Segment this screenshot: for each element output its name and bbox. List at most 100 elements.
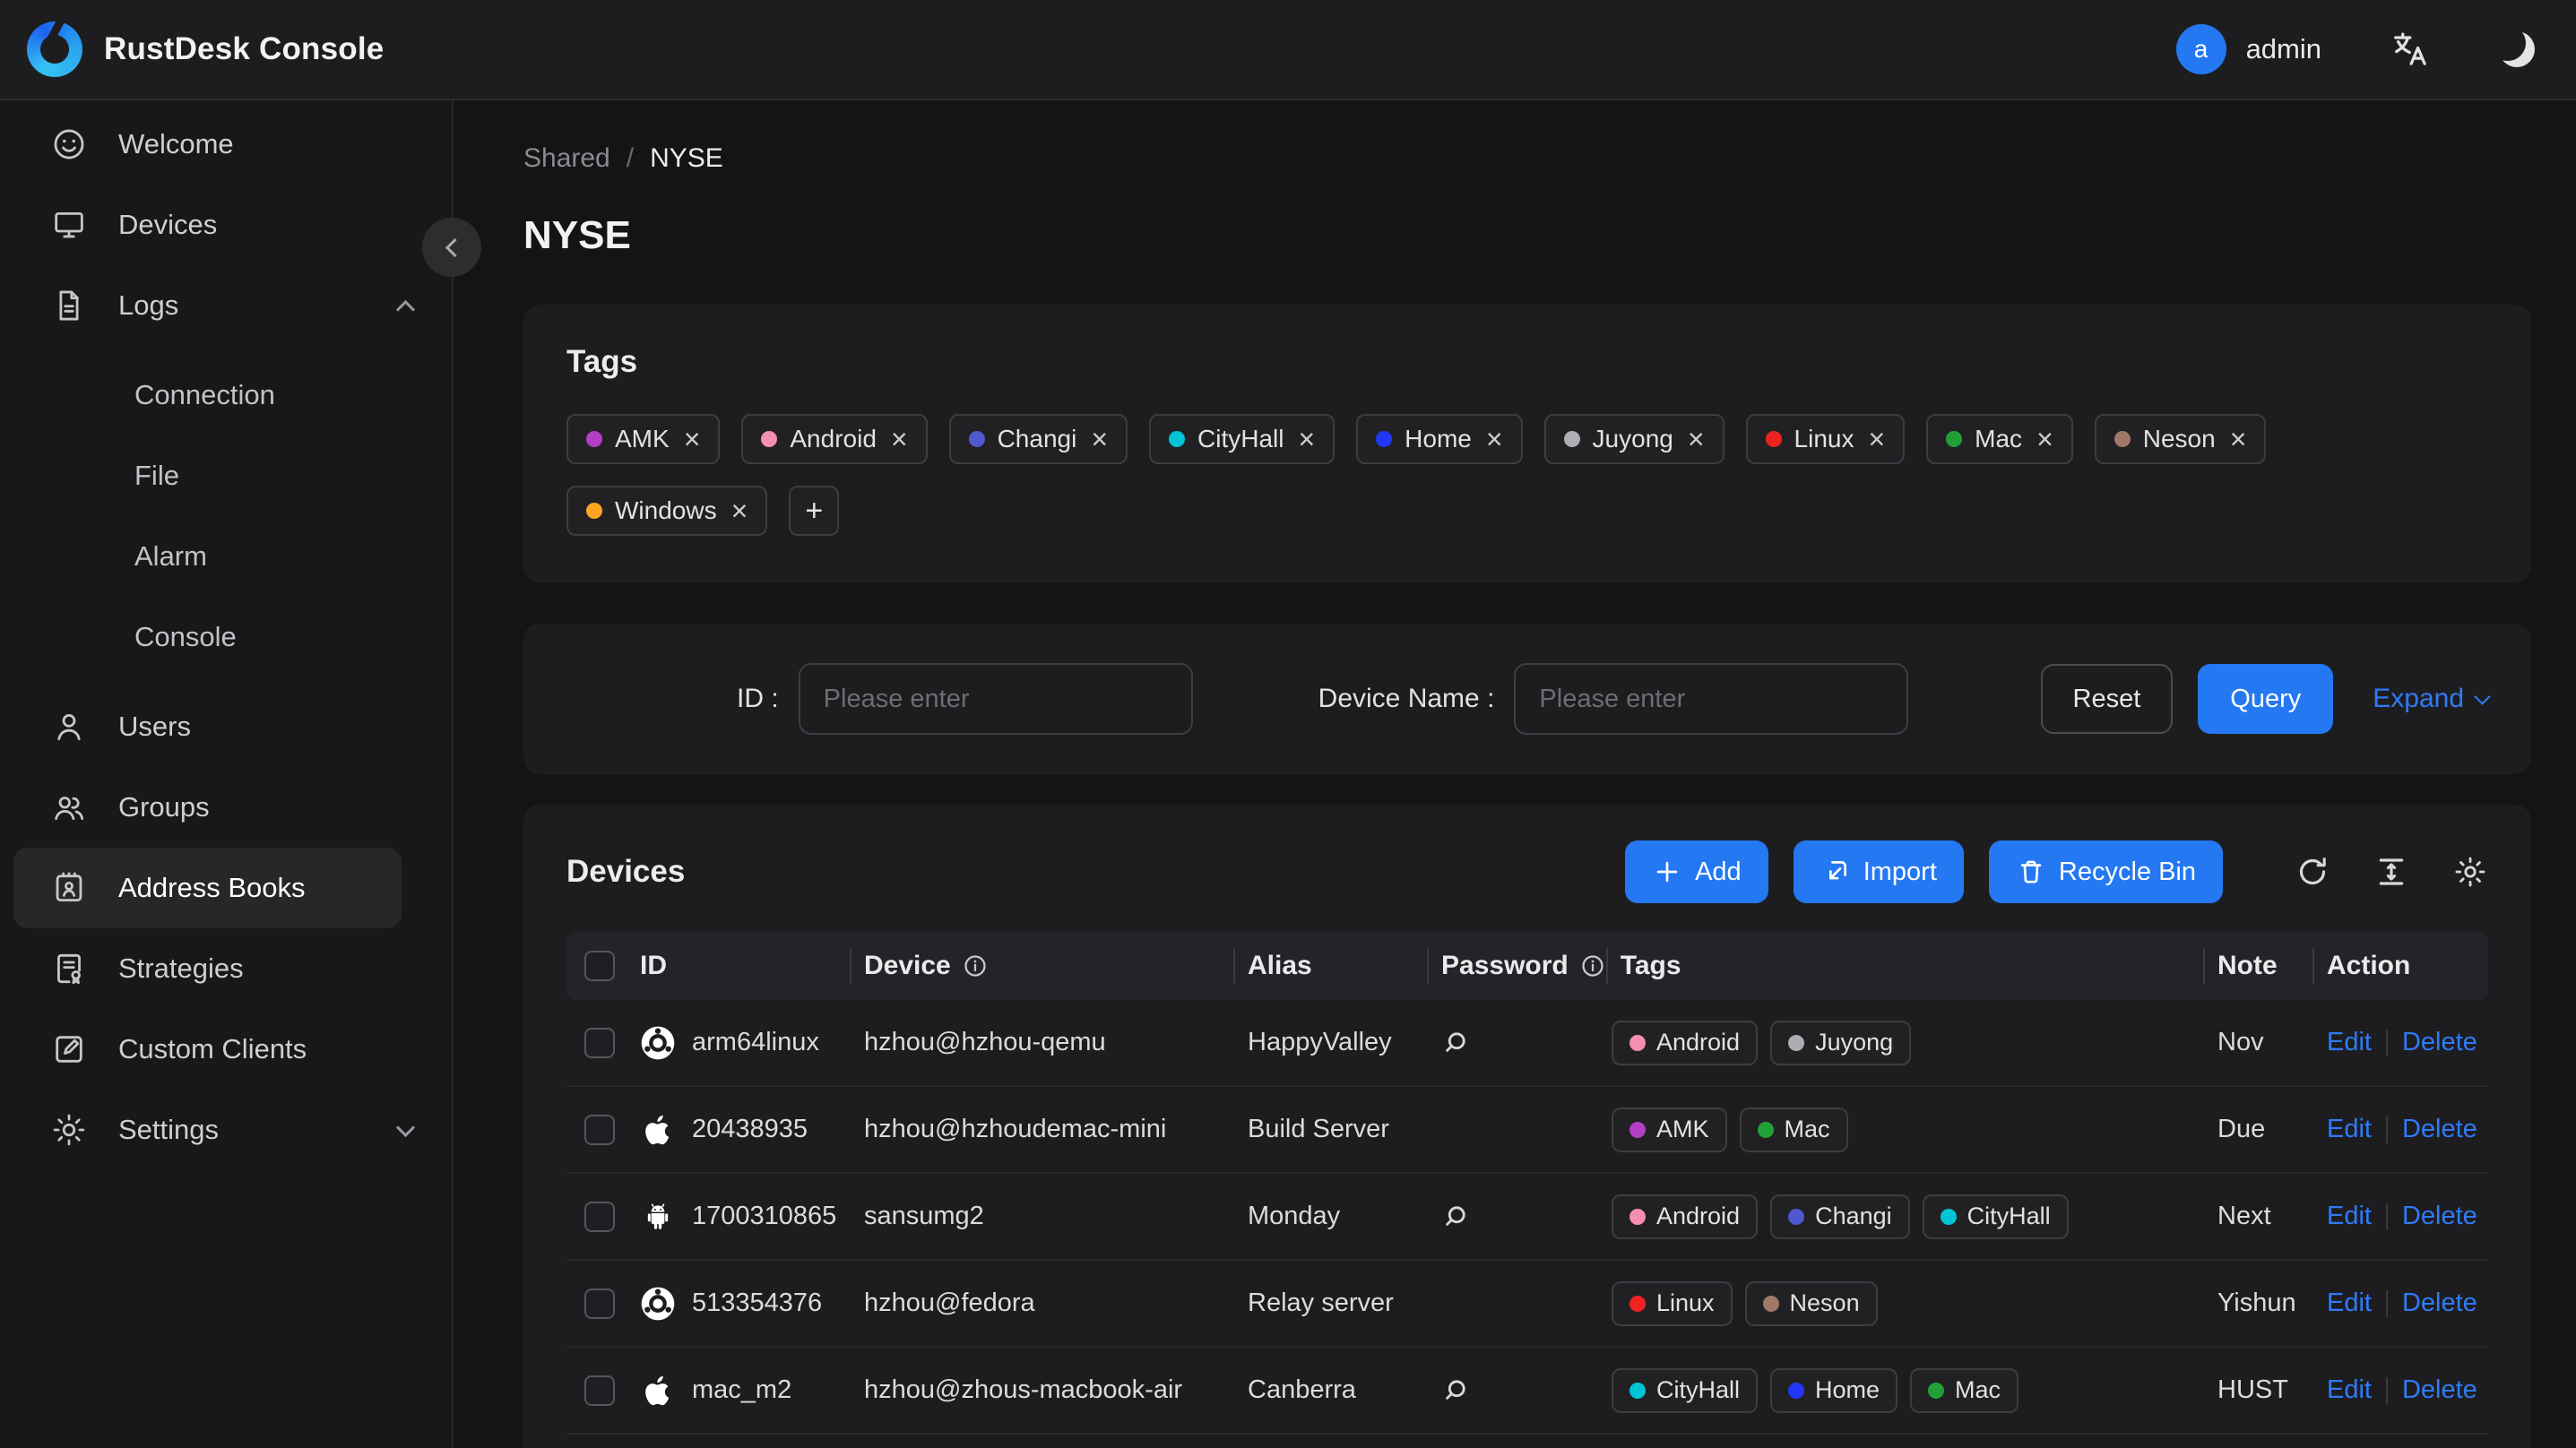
device-name-filter-input[interactable] <box>1514 663 1909 735</box>
recycle-bin-button[interactable]: Recycle Bin <box>1988 840 2223 903</box>
tag-chip-amk[interactable]: AMK × <box>566 414 721 464</box>
row-tag-chip: Neson <box>1744 1280 1878 1326</box>
edit-link[interactable]: Edit <box>2327 1289 2372 1318</box>
topbar: RustDesk Console a admin <box>0 0 2576 100</box>
sidebar-item-alarm[interactable]: Alarm <box>0 516 452 597</box>
sidebar-item-welcome[interactable]: Welcome <box>0 104 452 185</box>
row-tag-chip: CityHall <box>1612 1367 1759 1413</box>
edit-link[interactable]: Edit <box>2327 1028 2372 1057</box>
view-password-icon[interactable] <box>1441 1027 1474 1059</box>
select-all-checkbox[interactable] <box>584 951 615 981</box>
remove-tag-icon[interactable]: × <box>1486 425 1503 453</box>
people-group-icon <box>50 789 88 826</box>
devices-card: Devices Add Import Recycle Bin ID Device… <box>523 805 2531 1448</box>
breadcrumb-parent[interactable]: Shared <box>523 143 610 174</box>
tags-card: Tags AMK × Android × Changi × CityHall ×… <box>523 305 2531 582</box>
smiley-icon <box>50 125 88 163</box>
tag-chip-linux[interactable]: Linux × <box>1745 414 1906 464</box>
device-alias: Monday <box>1248 1202 1341 1230</box>
row-checkbox[interactable] <box>584 1114 615 1145</box>
row-checkbox[interactable] <box>584 1201 615 1232</box>
sidebar-item-file[interactable]: File <box>0 435 452 516</box>
row-tag-chip: Juyong <box>1770 1020 1912 1065</box>
tag-color-dot <box>761 431 778 447</box>
sidebar-item-strategies[interactable]: Strategies <box>0 928 452 1009</box>
expand-link[interactable]: Expand <box>2373 684 2491 714</box>
edit-link[interactable]: Edit <box>2327 1202 2372 1231</box>
view-password-icon[interactable] <box>1441 1375 1474 1407</box>
tag-chip-neson[interactable]: Neson × <box>2094 414 2267 464</box>
dark-mode-moon-icon[interactable] <box>2499 31 2535 67</box>
edit-link[interactable]: Edit <box>2327 1375 2372 1405</box>
chevron-down-icon <box>395 1117 416 1137</box>
delete-link[interactable]: Delete <box>2402 1202 2477 1231</box>
refresh-icon[interactable] <box>2295 854 2330 890</box>
import-icon <box>1828 861 1846 880</box>
remove-tag-icon[interactable]: × <box>891 425 908 453</box>
sidebar-item-address-books[interactable]: Address Books <box>13 848 402 928</box>
trash-icon <box>2020 860 2042 883</box>
sidebar-collapse-button[interactable] <box>422 218 481 277</box>
col-header-alias: Alias <box>1248 951 1312 980</box>
row-checkbox[interactable] <box>584 1375 615 1406</box>
info-icon[interactable] <box>1579 952 1606 979</box>
sidebar-item-console[interactable]: Console <box>0 597 452 677</box>
remove-tag-icon[interactable]: × <box>731 496 748 525</box>
edit-link[interactable]: Edit <box>2327 1115 2372 1144</box>
remove-tag-icon[interactable]: × <box>1688 425 1705 453</box>
add-device-button[interactable]: Add <box>1625 840 1768 903</box>
delete-link[interactable]: Delete <box>2402 1375 2477 1405</box>
query-button[interactable]: Query <box>2198 664 2334 734</box>
reset-button[interactable]: Reset <box>2040 664 2174 734</box>
device-note: Nov <box>2217 1028 2264 1056</box>
delete-link[interactable]: Delete <box>2402 1028 2477 1057</box>
device-id: 1700310865 <box>692 1202 837 1230</box>
add-tag-button[interactable]: + <box>789 486 840 536</box>
remove-tag-icon[interactable]: × <box>2036 425 2053 453</box>
id-filter-input[interactable] <box>798 663 1193 735</box>
remove-tag-icon[interactable]: × <box>1868 425 1885 453</box>
sidebar-item-settings[interactable]: Settings <box>0 1090 452 1170</box>
user-avatar[interactable]: a <box>2175 24 2226 74</box>
row-tag-chip: Mac <box>1910 1367 2019 1413</box>
col-header-id: ID <box>640 951 667 980</box>
linux-os-icon <box>640 1025 676 1061</box>
tag-chip-juyong[interactable]: Juyong × <box>1543 414 1725 464</box>
table-settings-gear-icon[interactable] <box>2452 854 2488 890</box>
sidebar-item-users[interactable]: Users <box>0 686 452 767</box>
sidebar-item-custom-clients[interactable]: Custom Clients <box>0 1009 452 1090</box>
remove-tag-icon[interactable]: × <box>684 425 701 453</box>
delete-link[interactable]: Delete <box>2402 1115 2477 1144</box>
device-id: mac_m2 <box>692 1375 792 1404</box>
remove-tag-icon[interactable]: × <box>1298 425 1315 453</box>
table-row: 513354376 hzhou@fedora Relay server Linu… <box>566 1261 2488 1348</box>
remove-tag-icon[interactable]: × <box>2230 425 2247 453</box>
device-note: Next <box>2217 1202 2271 1230</box>
sidebar-item-label: Alarm <box>134 540 207 572</box>
language-translate-icon[interactable] <box>2390 29 2431 70</box>
sidebar-item-groups[interactable]: Groups <box>0 767 452 848</box>
user-name[interactable]: admin <box>2246 33 2321 65</box>
tag-chip-windows[interactable]: Windows × <box>566 486 768 536</box>
page-title: NYSE <box>523 213 631 257</box>
sidebar-item-logs[interactable]: Logs <box>0 265 452 346</box>
tag-chip-mac[interactable]: Mac × <box>1926 414 2073 464</box>
sidebar-item-devices[interactable]: Devices <box>0 185 452 265</box>
device-id: 513354376 <box>692 1289 823 1317</box>
info-icon[interactable] <box>962 952 989 979</box>
delete-link[interactable]: Delete <box>2402 1289 2477 1318</box>
remove-tag-icon[interactable]: × <box>1091 425 1108 453</box>
main-content: Shared / NYSE NYSE Tags AMK × Android × <box>454 100 2576 1448</box>
tag-chip-android[interactable]: Android × <box>741 414 928 464</box>
tag-chip-changi[interactable]: Changi × <box>948 414 1128 464</box>
tag-chip-home[interactable]: Home × <box>1356 414 1523 464</box>
apple-os-icon <box>640 1112 676 1148</box>
row-height-icon[interactable] <box>2373 854 2409 890</box>
row-checkbox[interactable] <box>584 1027 615 1058</box>
sidebar-item-connection[interactable]: Connection <box>0 355 452 435</box>
view-password-icon[interactable] <box>1441 1201 1474 1233</box>
breadcrumb-current: NYSE <box>650 143 723 173</box>
tag-chip-cityhall[interactable]: CityHall × <box>1149 414 1336 464</box>
row-checkbox[interactable] <box>584 1288 615 1319</box>
import-button[interactable]: Import <box>1793 840 1964 903</box>
